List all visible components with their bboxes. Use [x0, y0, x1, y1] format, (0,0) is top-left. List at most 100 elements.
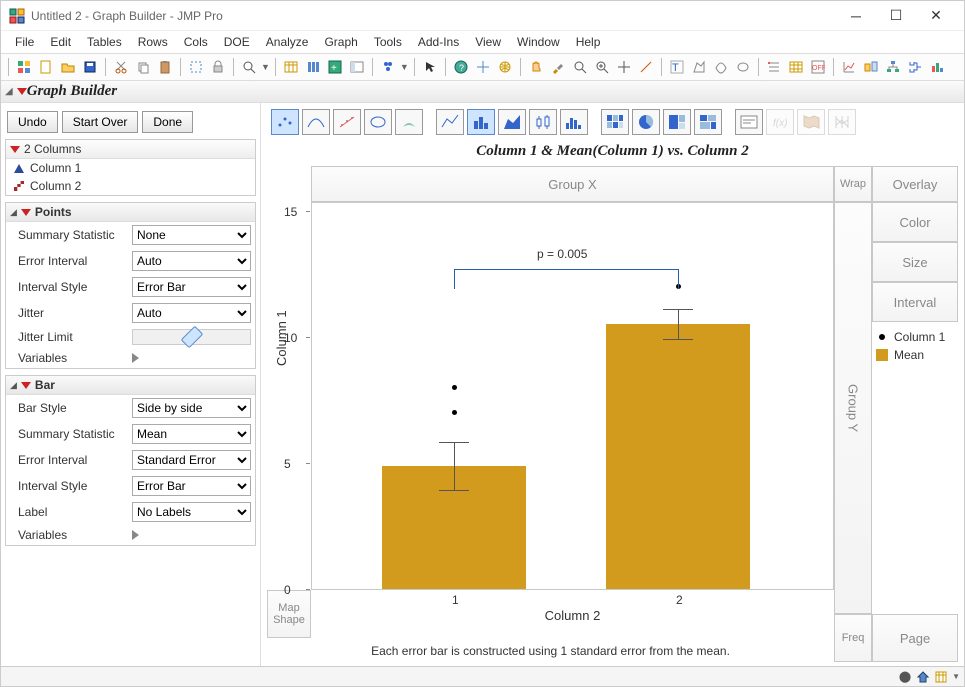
table-status-icon[interactable] — [934, 670, 948, 684]
hotspot-icon[interactable] — [10, 146, 20, 153]
undo-button[interactable]: Undo — [7, 111, 58, 133]
parallel-element-icon[interactable] — [828, 109, 856, 135]
formula-element-icon[interactable]: f(x) — [766, 109, 794, 135]
bars-icon[interactable] — [927, 57, 947, 77]
off-icon[interactable]: OFF — [808, 57, 828, 77]
bar-label-select[interactable]: No Labels — [132, 502, 251, 522]
box-element-icon[interactable] — [529, 109, 557, 135]
column-item[interactable]: Column 1 — [6, 159, 255, 177]
fit-element-icon[interactable] — [333, 109, 361, 135]
hist-element-icon[interactable] — [560, 109, 588, 135]
bar-intstyle-select[interactable]: Error Bar — [132, 476, 251, 496]
hand-icon[interactable] — [526, 57, 546, 77]
info-icon[interactable]: ⬤ — [898, 670, 912, 684]
bar-header[interactable]: ◢ Bar — [6, 376, 255, 395]
table-icon[interactable] — [281, 57, 301, 77]
line-tool-icon[interactable] — [636, 57, 656, 77]
bar-summary-select[interactable]: Mean — [132, 424, 251, 444]
globe-icon[interactable] — [495, 57, 515, 77]
formula-icon[interactable]: + — [325, 57, 345, 77]
list-icon[interactable] — [764, 57, 784, 77]
crosshair2-icon[interactable] — [614, 57, 634, 77]
caption-element-icon[interactable] — [735, 109, 763, 135]
hotspot-icon[interactable] — [17, 88, 27, 95]
recode-icon[interactable] — [347, 57, 367, 77]
groupx-dropzone[interactable]: Group X — [311, 166, 834, 202]
groupy-dropzone[interactable]: Group Y — [834, 202, 872, 614]
bar-barstyle-select[interactable]: Side by side — [132, 398, 251, 418]
open-icon[interactable] — [58, 57, 78, 77]
hotspot-icon[interactable] — [21, 382, 31, 389]
dropdown-icon[interactable]: ▼ — [400, 62, 409, 72]
menu-tools[interactable]: Tools — [366, 33, 410, 51]
points-errint-select[interactable]: Auto — [132, 251, 251, 271]
legend-item[interactable]: Column 1 — [876, 330, 954, 344]
arrow-tool-icon[interactable] — [420, 57, 440, 77]
size-dropzone[interactable]: Size — [872, 242, 958, 282]
overlay-dropzone[interactable]: Overlay — [872, 166, 958, 202]
menu-help[interactable]: Help — [568, 33, 609, 51]
ellipse-element-icon[interactable] — [364, 109, 392, 135]
close-button[interactable]: ✕ — [916, 2, 956, 30]
points-jitter-select[interactable]: Auto — [132, 303, 251, 323]
disclosure-icon[interactable]: ◢ — [5, 86, 13, 97]
columns-icon[interactable] — [303, 57, 323, 77]
menu-rows[interactable]: Rows — [130, 33, 176, 51]
zoom2-icon[interactable] — [592, 57, 612, 77]
menu-window[interactable]: Window — [509, 33, 568, 51]
wrap-dropzone[interactable]: Wrap — [834, 166, 872, 202]
bar-element-icon[interactable] — [467, 109, 495, 135]
page-dropzone[interactable]: Page — [872, 614, 958, 662]
bar-errint-select[interactable]: Standard Error — [132, 450, 251, 470]
menu-cols[interactable]: Cols — [176, 33, 216, 51]
contour-element-icon[interactable] — [395, 109, 423, 135]
column-item[interactable]: Column 2 — [6, 177, 255, 195]
zoom-icon[interactable] — [239, 57, 259, 77]
mosaic-element-icon[interactable] — [694, 109, 722, 135]
smooth-element-icon[interactable] — [302, 109, 330, 135]
ellipse-tool-icon[interactable] — [733, 57, 753, 77]
shape-tool-icon[interactable] — [711, 57, 731, 77]
group-icon[interactable] — [378, 57, 398, 77]
datatable-icon[interactable] — [14, 57, 34, 77]
plot-area[interactable]: Column 1 15 10 5 0 — [311, 202, 834, 590]
dropdown-icon[interactable]: ▼ — [261, 62, 270, 72]
jitter-limit-slider[interactable] — [132, 329, 251, 345]
menu-file[interactable]: File — [7, 33, 42, 51]
menu-addins[interactable]: Add-Ins — [410, 33, 467, 51]
dendro-icon[interactable] — [905, 57, 925, 77]
menu-analyze[interactable]: Analyze — [258, 33, 317, 51]
poly-tool-icon[interactable] — [689, 57, 709, 77]
lock-icon[interactable] — [208, 57, 228, 77]
map-element-icon[interactable] — [797, 109, 825, 135]
help-icon[interactable]: ? — [451, 57, 471, 77]
points-intstyle-select[interactable]: Error Bar — [132, 277, 251, 297]
lasso-icon[interactable] — [570, 57, 590, 77]
startover-button[interactable]: Start Over — [62, 111, 139, 133]
chart-icon[interactable] — [839, 57, 859, 77]
copy-icon[interactable] — [133, 57, 153, 77]
expand-icon[interactable] — [132, 530, 139, 540]
points-element-icon[interactable] — [271, 109, 299, 135]
table2-icon[interactable] — [786, 57, 806, 77]
menu-view[interactable]: View — [467, 33, 509, 51]
points-summary-select[interactable]: None — [132, 225, 251, 245]
tree-icon[interactable] — [861, 57, 881, 77]
minimize-button[interactable]: ─ — [836, 2, 876, 30]
legend-item[interactable]: Mean — [876, 348, 954, 362]
treemap-element-icon[interactable] — [663, 109, 691, 135]
freq-dropzone[interactable]: Freq — [834, 614, 872, 662]
cut-icon[interactable] — [111, 57, 131, 77]
points-header[interactable]: ◢ Points — [6, 203, 255, 222]
interval-dropzone[interactable]: Interval — [872, 282, 958, 322]
heatmap-element-icon[interactable] — [601, 109, 629, 135]
crosshair-icon[interactable] — [473, 57, 493, 77]
brush-icon[interactable] — [548, 57, 568, 77]
text-tool-icon[interactable]: T — [667, 57, 687, 77]
menu-tables[interactable]: Tables — [79, 33, 130, 51]
save-icon[interactable] — [80, 57, 100, 77]
maximize-button[interactable]: ☐ — [876, 2, 916, 30]
dropdown-icon[interactable]: ▼ — [952, 672, 960, 681]
home-icon[interactable] — [916, 670, 930, 684]
area-element-icon[interactable] — [498, 109, 526, 135]
